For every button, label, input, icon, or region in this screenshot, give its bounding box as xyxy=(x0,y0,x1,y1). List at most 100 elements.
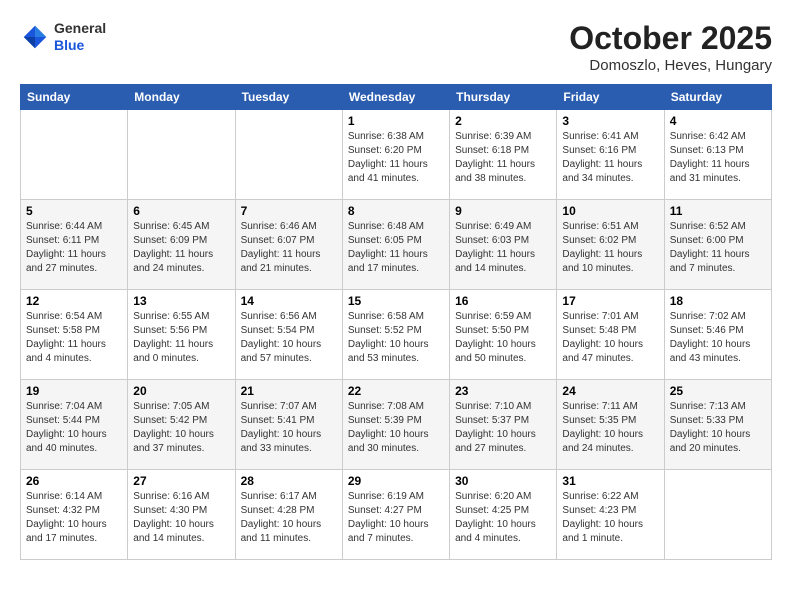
calendar-cell: 4Sunrise: 6:42 AM Sunset: 6:13 PM Daylig… xyxy=(664,110,771,200)
day-number: 8 xyxy=(348,204,444,218)
day-number: 20 xyxy=(133,384,229,398)
day-number: 30 xyxy=(455,474,551,488)
calendar-cell: 13 Sunrise: 6:55 AM Sunset: 5:56 PM Dayli… xyxy=(128,290,235,380)
calendar-week-row: 26Sunrise: 6:14 AM Sunset: 4:32 PM Dayli… xyxy=(21,470,772,560)
month-title: October 2025 xyxy=(569,20,772,57)
day-info: Sunrise: 7:13 AM Sunset: 5:33 PM Dayligh… xyxy=(670,400,766,456)
calendar-cell: 14 Sunrise: 6:56 AM Sunset: 5:54 PM Dayli… xyxy=(235,290,342,380)
calendar-cell: 25 Sunrise: 7:13 AM Sunset: 5:33 PM Dayli… xyxy=(664,380,771,470)
day-number: 23 xyxy=(455,384,551,398)
day-number: 12 xyxy=(26,294,122,308)
day-number: 13 xyxy=(133,294,229,308)
day-info: Sunrise: 6:58 AM Sunset: 5:52 PM Dayligh… xyxy=(348,310,444,366)
day-info: Sunrise: 6:17 AM Sunset: 4:28 PM Dayligh… xyxy=(241,490,337,546)
calendar-cell: 18 Sunrise: 7:02 AM Sunset: 5:46 PM Dayli… xyxy=(664,290,771,380)
day-number: 17 xyxy=(562,294,658,308)
calendar-header-row: SundayMondayTuesdayWednesdayThursdayFrid… xyxy=(21,85,772,110)
day-info: Sunrise: 7:10 AM Sunset: 5:37 PM Dayligh… xyxy=(455,400,551,456)
day-info: Sunrise: 7:08 AM Sunset: 5:39 PM Dayligh… xyxy=(348,400,444,456)
day-number: 31 xyxy=(562,474,658,488)
calendar-cell: 1 Sunrise: 6:38 AM Sunset: 6:20 PM Daylig… xyxy=(342,110,449,200)
day-number: 24 xyxy=(562,384,658,398)
day-number: 18 xyxy=(670,294,766,308)
day-number: 2 xyxy=(455,114,551,128)
weekday-header: Wednesday xyxy=(342,85,449,110)
day-info: Sunrise: 6:49 AM Sunset: 6:03 PM Dayligh… xyxy=(455,220,551,276)
calendar-cell: 24 Sunrise: 7:11 AM Sunset: 5:35 PM Dayli… xyxy=(557,380,664,470)
calendar-cell: 22 Sunrise: 7:08 AM Sunset: 5:39 PM Dayli… xyxy=(342,380,449,470)
logo: General Blue xyxy=(20,20,106,54)
day-number: 14 xyxy=(241,294,337,308)
weekday-header: Sunday xyxy=(21,85,128,110)
day-info: Sunrise: 6:48 AM Sunset: 6:05 PM Dayligh… xyxy=(348,220,444,276)
calendar-cell: 27 Sunrise: 6:16 AM Sunset: 4:30 PM Dayli… xyxy=(128,470,235,560)
day-info: Sunrise: 6:44 AM Sunset: 6:11 PM Dayligh… xyxy=(26,220,122,276)
day-number: 9 xyxy=(455,204,551,218)
calendar-cell: 5 Sunrise: 6:44 AM Sunset: 6:11 PM Daylig… xyxy=(21,200,128,290)
day-number: 15 xyxy=(348,294,444,308)
calendar-cell: 28 Sunrise: 6:17 AM Sunset: 4:28 PM Dayli… xyxy=(235,470,342,560)
day-info: Sunrise: 6:46 AM Sunset: 6:07 PM Dayligh… xyxy=(241,220,337,276)
day-info: Sunrise: 6:39 AM Sunset: 6:18 PM Dayligh… xyxy=(455,130,551,186)
calendar-cell xyxy=(664,470,771,560)
day-number: 10 xyxy=(562,204,658,218)
calendar-cell: 19Sunrise: 7:04 AM Sunset: 5:44 PM Dayli… xyxy=(21,380,128,470)
day-number: 4 xyxy=(670,114,766,128)
logo-blue: Blue xyxy=(54,37,106,54)
day-info: Sunrise: 6:14 AM Sunset: 4:32 PM Dayligh… xyxy=(26,490,122,546)
calendar-week-row: 5 Sunrise: 6:44 AM Sunset: 6:11 PM Daylig… xyxy=(21,200,772,290)
day-number: 21 xyxy=(241,384,337,398)
day-info: Sunrise: 6:55 AM Sunset: 5:56 PM Dayligh… xyxy=(133,310,229,366)
calendar-cell: 7 Sunrise: 6:46 AM Sunset: 6:07 PM Daylig… xyxy=(235,200,342,290)
day-info: Sunrise: 6:45 AM Sunset: 6:09 PM Dayligh… xyxy=(133,220,229,276)
day-info: Sunrise: 7:07 AM Sunset: 5:41 PM Dayligh… xyxy=(241,400,337,456)
day-info: Sunrise: 6:54 AM Sunset: 5:58 PM Dayligh… xyxy=(26,310,122,366)
day-info: Sunrise: 6:38 AM Sunset: 6:20 PM Dayligh… xyxy=(348,130,444,186)
day-info: Sunrise: 6:51 AM Sunset: 6:02 PM Dayligh… xyxy=(562,220,658,276)
calendar-cell xyxy=(128,110,235,200)
logo-text: General Blue xyxy=(54,20,106,54)
day-info: Sunrise: 7:02 AM Sunset: 5:46 PM Dayligh… xyxy=(670,310,766,366)
logo-general: General xyxy=(54,20,106,37)
calendar-cell: 16Sunrise: 6:59 AM Sunset: 5:50 PM Dayli… xyxy=(450,290,557,380)
calendar-cell: 9 Sunrise: 6:49 AM Sunset: 6:03 PM Daylig… xyxy=(450,200,557,290)
weekday-header: Monday xyxy=(128,85,235,110)
day-number: 28 xyxy=(241,474,337,488)
calendar-cell: 26Sunrise: 6:14 AM Sunset: 4:32 PM Dayli… xyxy=(21,470,128,560)
calendar-table: SundayMondayTuesdayWednesdayThursdayFrid… xyxy=(20,84,772,560)
day-info: Sunrise: 7:05 AM Sunset: 5:42 PM Dayligh… xyxy=(133,400,229,456)
calendar-cell: 17Sunrise: 7:01 AM Sunset: 5:48 PM Dayli… xyxy=(557,290,664,380)
weekday-header: Saturday xyxy=(664,85,771,110)
calendar-cell xyxy=(21,110,128,200)
calendar-cell: 15 Sunrise: 6:58 AM Sunset: 5:52 PM Dayli… xyxy=(342,290,449,380)
day-number: 27 xyxy=(133,474,229,488)
title-block: October 2025 Domoszlo, Heves, Hungary xyxy=(569,20,772,74)
location-subtitle: Domoszlo, Heves, Hungary xyxy=(569,57,772,74)
calendar-cell: 3 Sunrise: 6:41 AM Sunset: 6:16 PM Daylig… xyxy=(557,110,664,200)
day-number: 7 xyxy=(241,204,337,218)
day-number: 1 xyxy=(348,114,444,128)
calendar-cell: 21 Sunrise: 7:07 AM Sunset: 5:41 PM Dayli… xyxy=(235,380,342,470)
logo-icon xyxy=(20,22,50,52)
weekday-header: Tuesday xyxy=(235,85,342,110)
day-number: 22 xyxy=(348,384,444,398)
day-number: 6 xyxy=(133,204,229,218)
day-info: Sunrise: 6:16 AM Sunset: 4:30 PM Dayligh… xyxy=(133,490,229,546)
calendar-cell: 8 Sunrise: 6:48 AM Sunset: 6:05 PM Daylig… xyxy=(342,200,449,290)
calendar-cell: 31Sunrise: 6:22 AM Sunset: 4:23 PM Dayli… xyxy=(557,470,664,560)
day-number: 3 xyxy=(562,114,658,128)
day-info: Sunrise: 6:52 AM Sunset: 6:00 PM Dayligh… xyxy=(670,220,766,276)
day-info: Sunrise: 7:11 AM Sunset: 5:35 PM Dayligh… xyxy=(562,400,658,456)
day-info: Sunrise: 6:56 AM Sunset: 5:54 PM Dayligh… xyxy=(241,310,337,366)
day-info: Sunrise: 6:59 AM Sunset: 5:50 PM Dayligh… xyxy=(455,310,551,366)
calendar-week-row: 12 Sunrise: 6:54 AM Sunset: 5:58 PM Dayli… xyxy=(21,290,772,380)
calendar-cell: 12 Sunrise: 6:54 AM Sunset: 5:58 PM Dayli… xyxy=(21,290,128,380)
page-header: General Blue October 2025 Domoszlo, Heve… xyxy=(20,20,772,74)
day-info: Sunrise: 6:19 AM Sunset: 4:27 PM Dayligh… xyxy=(348,490,444,546)
day-number: 25 xyxy=(670,384,766,398)
calendar-cell: 30 Sunrise: 6:20 AM Sunset: 4:25 PM Dayli… xyxy=(450,470,557,560)
calendar-cell: 23 Sunrise: 7:10 AM Sunset: 5:37 PM Dayli… xyxy=(450,380,557,470)
day-info: Sunrise: 6:41 AM Sunset: 6:16 PM Dayligh… xyxy=(562,130,658,186)
day-info: Sunrise: 6:20 AM Sunset: 4:25 PM Dayligh… xyxy=(455,490,551,546)
day-number: 5 xyxy=(26,204,122,218)
